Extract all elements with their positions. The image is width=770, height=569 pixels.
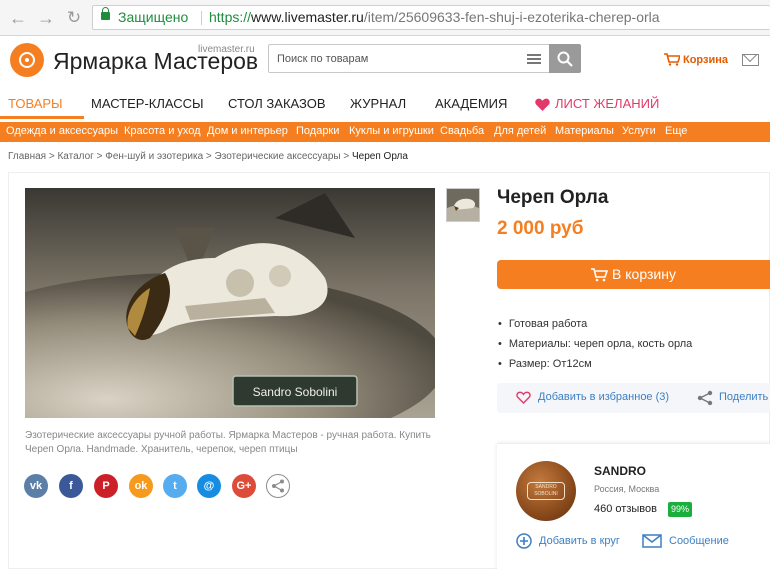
google-plus-icon[interactable]: G+ xyxy=(232,474,256,498)
mail-ru-icon[interactable]: @ xyxy=(197,474,221,498)
category-clothing[interactable]: Одежда и аксессуары xyxy=(6,125,118,137)
photo-watermark: Sandro Sobolini xyxy=(253,385,338,399)
cart-icon xyxy=(664,53,682,66)
product-thumbnail[interactable] xyxy=(446,188,480,222)
category-bar: Одежда и аксессуары Красота и уход Дом и… xyxy=(0,122,770,142)
heart-outline-icon[interactable] xyxy=(516,391,531,404)
secure-label: Защищено xyxy=(118,9,189,25)
envelope-icon[interactable] xyxy=(642,534,662,548)
share-link[interactable]: Поделить xyxy=(719,391,768,403)
category-wedding[interactable]: Свадьба xyxy=(440,125,484,137)
add-to-favorites-link[interactable]: Добавить в избранное (3) xyxy=(538,391,669,403)
brand-domain: livemaster.ru xyxy=(198,44,255,55)
url-path: /item/25609633-fen-shuj-i-ezoterika-cher… xyxy=(363,9,660,25)
search-icon xyxy=(557,51,573,67)
twitter-icon[interactable]: t xyxy=(163,474,187,498)
cart-label: Корзина xyxy=(683,54,728,66)
url-scheme: https:// xyxy=(209,9,252,25)
breadcrumb-fengshui[interactable]: Фен-шуй и эзотерика xyxy=(105,151,203,162)
url-text[interactable]: https://www.livemaster.ru/item/25609633-… xyxy=(209,6,660,29)
facebook-icon[interactable]: f xyxy=(59,474,83,498)
add-to-cart-button[interactable]: В корзину xyxy=(497,260,770,289)
category-gifts[interactable]: Подарки xyxy=(296,125,339,137)
search-button[interactable] xyxy=(549,44,581,73)
reload-icon[interactable]: ↻ xyxy=(64,8,84,28)
breadcrumb-esoteric[interactable]: Эзотерические аксессуары xyxy=(215,151,341,162)
share-icon[interactable] xyxy=(266,474,290,498)
share-glyph xyxy=(272,479,284,493)
product-price: 2 000 руб xyxy=(497,218,584,239)
category-home[interactable]: Дом и интерьер xyxy=(207,125,288,137)
breadcrumb: Главная > Каталог > Фен-шуй и эзотерика … xyxy=(8,151,408,162)
add-to-circle-link[interactable]: Добавить в круг xyxy=(539,535,620,547)
address-bar[interactable]: Защищено https://www.livemaster.ru/item/… xyxy=(92,5,770,30)
plus-circle-icon[interactable] xyxy=(516,533,532,549)
category-materials[interactable]: Материалы xyxy=(555,125,614,137)
back-arrow-icon[interactable]: ← xyxy=(8,8,28,28)
seller-reviews[interactable]: 460 отзывов xyxy=(594,503,657,515)
nav-wishlist[interactable]: ЛИСТ ЖЕЛАНИЙ xyxy=(555,96,659,111)
photo-caption: Эзотерические аксессуары ручной работы. … xyxy=(25,430,431,455)
property-size: Размер: От12см xyxy=(498,358,592,370)
vk-icon[interactable]: vk xyxy=(24,474,48,498)
seller-name[interactable]: SANDRO xyxy=(594,464,646,478)
add-to-cart-label: В корзину xyxy=(612,266,676,282)
avatar[interactable]: SANDRO SOBOLINI xyxy=(516,461,576,521)
eagle-skull-image: Sandro Sobolini xyxy=(25,188,435,418)
browser-toolbar: ← → ↻ Защищено https://www.livemaster.ru… xyxy=(0,0,770,36)
thumbnail-image xyxy=(447,189,479,221)
category-beauty[interactable]: Красота и уход xyxy=(124,125,201,137)
url-host: www.livemaster.ru xyxy=(251,9,364,25)
odnoklassniki-icon[interactable]: ok xyxy=(129,474,153,498)
list-icon[interactable] xyxy=(527,54,541,64)
property-materials: Материалы: череп орла, кость орла xyxy=(498,338,692,350)
category-dolls[interactable]: Куклы и игрушки xyxy=(349,125,434,137)
cart-link[interactable]: Корзина xyxy=(664,53,728,66)
pinterest-icon[interactable]: P xyxy=(94,474,118,498)
nav-master-classes[interactable]: МАСТЕР-КЛАССЫ xyxy=(91,96,204,111)
nav-goods[interactable]: ТОВАРЫ xyxy=(8,96,63,111)
forward-arrow-icon[interactable]: → xyxy=(36,8,56,28)
active-tab-underline xyxy=(0,116,84,119)
search-input[interactable] xyxy=(269,45,519,72)
breadcrumb-catalog[interactable]: Каталог xyxy=(57,151,93,162)
breadcrumb-home[interactable]: Главная xyxy=(8,151,46,162)
divider xyxy=(201,11,202,25)
rating-badge: 99% xyxy=(668,502,693,517)
category-kids[interactable]: Для детей xyxy=(494,125,546,137)
product-title: Череп Орла xyxy=(497,187,609,208)
lock-icon xyxy=(101,7,110,20)
search-box xyxy=(268,44,581,73)
category-more[interactable]: Еще xyxy=(665,125,687,137)
heart-icon[interactable] xyxy=(535,98,550,111)
property-ready: Готовая работа xyxy=(498,318,587,330)
avatar-logo: SANDRO SOBOLINI xyxy=(527,482,565,500)
nav-academy[interactable]: АКАДЕМИЯ xyxy=(435,96,507,111)
logo-icon[interactable] xyxy=(10,43,44,77)
breadcrumb-current: Череп Орла xyxy=(352,151,408,162)
category-services[interactable]: Услуги xyxy=(622,125,656,137)
seller-location: Россия, Москва xyxy=(594,484,660,494)
share-icon[interactable] xyxy=(697,390,713,406)
product-photo[interactable]: Sandro Sobolini xyxy=(25,188,435,418)
nav-journal[interactable]: ЖУРНАЛ xyxy=(350,96,406,111)
message-link[interactable]: Сообщение xyxy=(669,535,729,547)
nav-orders-table[interactable]: СТОЛ ЗАКАЗОВ xyxy=(228,96,326,111)
mail-icon[interactable] xyxy=(742,54,759,66)
cart-icon xyxy=(591,268,609,282)
